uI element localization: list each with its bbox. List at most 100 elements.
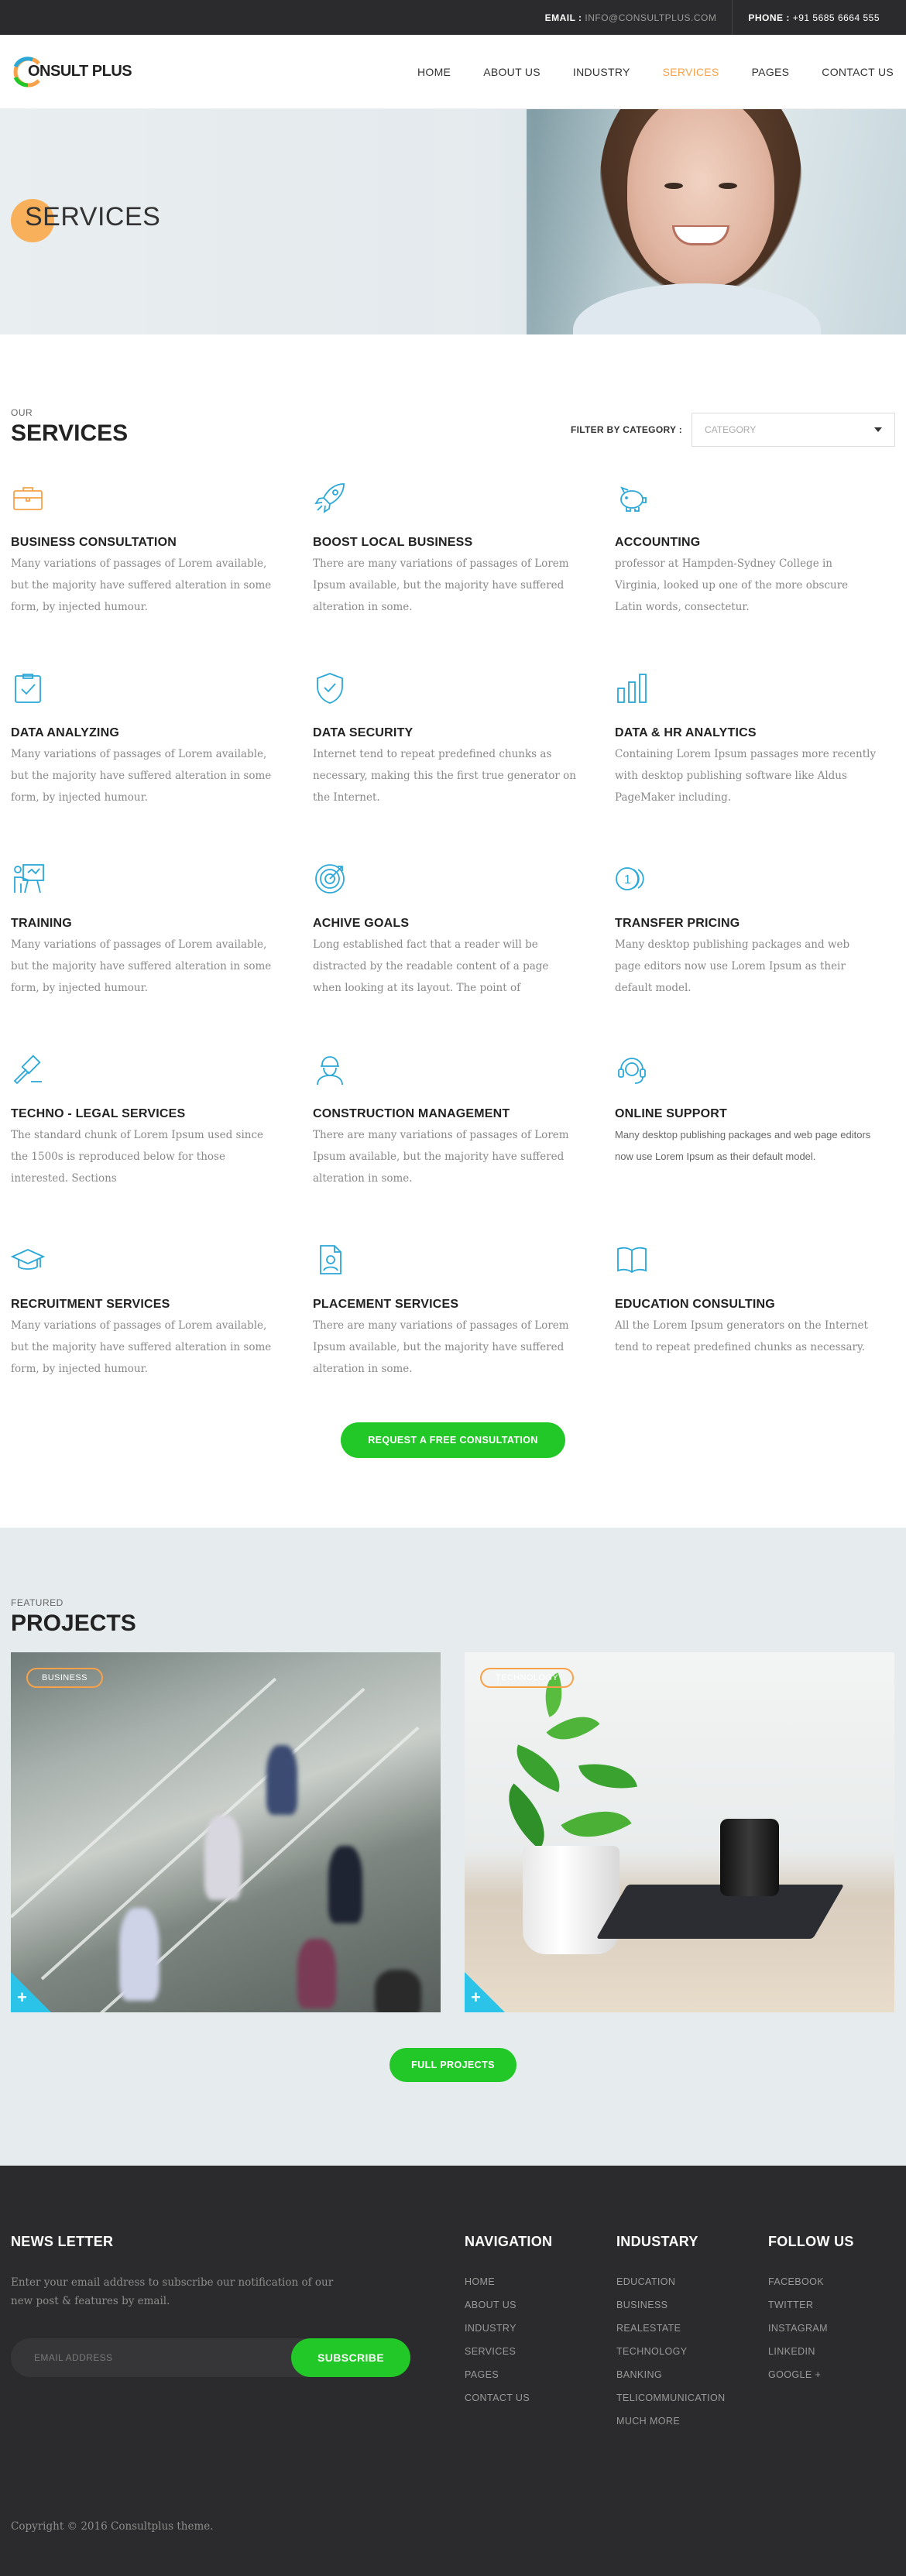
service-item[interactable]: EDUCATION CONSULTING All the Lorem Ipsum… [615, 1243, 895, 1433]
service-item[interactable]: DATA ANALYZING Many variations of passag… [11, 671, 313, 862]
services-section: OUR SERVICES FILTER BY CATEGORY : CATEGO… [0, 334, 906, 1528]
service-text: There are many variations of passages of… [313, 1319, 569, 1375]
service-text: There are many variations of passages of… [313, 1129, 569, 1185]
project-card-business[interactable]: BUSINESS + [11, 1652, 441, 2012]
service-text: Long established fact that a reader will… [313, 938, 549, 994]
service-item[interactable]: DATA SECURITY Internet tend to repeat pr… [313, 671, 615, 862]
social-link-facebook[interactable]: FACEBOOK [768, 2270, 854, 2293]
social-link-twitter[interactable]: TWITTER [768, 2293, 854, 2317]
social-link-google-plus[interactable]: GOOGLE + [768, 2363, 854, 2386]
service-title: DATA ANALYZING [11, 726, 119, 739]
service-text: The standard chunk of Lorem Ipsum used s… [11, 1129, 264, 1185]
email-label: EMAIL : [544, 12, 582, 23]
camera-lens [720, 1819, 779, 1896]
topbar-phone[interactable]: PHONE : +91 5685 6664 555 [733, 12, 895, 23]
bar-chart-icon [617, 674, 647, 703]
industry-column: INDUSTARY EDUCATION BUSINESS REALESTATE … [616, 2234, 768, 2433]
service-item[interactable]: RECRUITMENT SERVICES Many variations of … [10, 1243, 313, 1433]
footer-link[interactable]: BUSINESS [616, 2293, 768, 2317]
top-bar: EMAIL : INFO@CONSULTPLUS.COM PHONE : +91… [0, 0, 906, 35]
service-title: ACHIVE GOALS [313, 917, 410, 930]
topbar-email[interactable]: EMAIL : INFO@CONSULTPLUS.COM [530, 12, 733, 23]
service-title: TECHNO - LEGAL SERVICES [11, 1107, 186, 1120]
nav-about-us[interactable]: ABOUT US [467, 66, 557, 78]
nav-industry[interactable]: INDUSTRY [557, 66, 647, 78]
service-item[interactable]: BOOST LOCAL BUSINESS There are many vari… [313, 481, 615, 671]
follow-column: FOLLOW US FACEBOOK TWITTER INSTAGRAM LIN… [768, 2234, 854, 2433]
service-item[interactable]: PLACEMENT SERVICES There are many variat… [313, 1243, 615, 1433]
footer-link[interactable]: CONTACT US [465, 2386, 616, 2410]
service-item[interactable]: 1 TRANSFER PRICING Many desktop publishi… [615, 862, 895, 1052]
service-item[interactable]: BUSINESS CONSULTATION Many variations of… [11, 481, 313, 671]
svg-text:1: 1 [624, 873, 631, 887]
service-title: DATA SECURITY [313, 726, 414, 739]
nav-home[interactable]: HOME [401, 66, 467, 78]
subscribe-form: EMAIL ADDRESS SUBSCRIBE [11, 2338, 410, 2377]
service-item[interactable]: DATA & HR ANALYTICS Containing Lorem Ips… [615, 671, 895, 862]
service-item[interactable]: TRAINING Many variations of passages of … [11, 862, 313, 1052]
project-tag[interactable]: BUSINESS [26, 1668, 103, 1688]
service-item[interactable]: CONSTRUCTION MANAGEMENT There are many v… [313, 1052, 615, 1243]
footer-link[interactable]: MUCH MORE [616, 2410, 768, 2433]
shield-check-icon [317, 673, 343, 704]
service-item[interactable]: TECHNO - LEGAL SERVICES The standard chu… [11, 1052, 313, 1243]
service-title: RECRUITMENT SERVICES [11, 1298, 170, 1311]
service-item[interactable]: ACHIVE GOALS Long established fact that … [313, 862, 615, 1052]
email-address-input[interactable]: EMAIL ADDRESS [11, 2352, 291, 2363]
service-title: TRANSFER PRICING [615, 917, 740, 930]
profile-document-icon [320, 1245, 341, 1274]
services-grid: BUSINESS CONSULTATION Many variations of… [10, 481, 895, 1433]
industry-title: INDUSTARY [616, 2234, 698, 2249]
plus-icon[interactable]: + [17, 1988, 27, 2008]
logo[interactable]: ONSULT PLUS [11, 56, 132, 88]
briefcase-icon [13, 487, 43, 510]
hero-banner: SERVICES [0, 109, 906, 334]
services-title: SERVICES [11, 420, 129, 446]
footer-link[interactable]: PAGES [465, 2363, 616, 2386]
social-link-instagram[interactable]: INSTAGRAM [768, 2317, 854, 2340]
service-item[interactable]: ACCOUNTING professor at Hampden-Sydney C… [615, 481, 895, 671]
chevron-down-icon [874, 427, 882, 432]
request-consultation-button[interactable]: REQUEST A FREE CONSULTATION [341, 1422, 565, 1458]
service-text: Many variations of passages of Lorem ava… [11, 938, 272, 994]
footer-link[interactable]: HOME [465, 2270, 616, 2293]
footer-link[interactable]: SERVICES [465, 2340, 616, 2363]
service-title: DATA & HR ANALYTICS [615, 726, 757, 739]
subscribe-button[interactable]: SUBSCRIBE [291, 2338, 410, 2377]
footer-link[interactable]: INDUSTRY [465, 2317, 616, 2340]
piggy-bank-icon [620, 486, 647, 512]
service-text: Many variations of passages of Lorem ava… [11, 1319, 272, 1375]
footer-link[interactable]: REALESTATE [616, 2317, 768, 2340]
service-title: TRAINING [11, 917, 72, 930]
phone-label: PHONE : [748, 12, 790, 23]
footer-link[interactable]: EDUCATION [616, 2270, 768, 2293]
navigation-column: NAVIGATION HOME ABOUT US INDUSTRY SERVIC… [465, 2234, 616, 2433]
service-title: CONSTRUCTION MANAGEMENT [313, 1107, 510, 1120]
project-tag[interactable]: TECHNOLOGY [480, 1668, 575, 1688]
main-nav: HOME ABOUT US INDUSTRY SERVICES PAGES CO… [401, 66, 895, 78]
service-title: BOOST LOCAL BUSINESS [313, 536, 473, 549]
projects-section: FEATURED PROJECTS BUSINESS + TECHNOLOGY … [0, 1528, 906, 2166]
logo-c-icon [13, 56, 40, 87]
gavel-icon [13, 1055, 42, 1085]
service-text: professor at Hampden-Sydney College in V… [615, 557, 849, 613]
footer-link[interactable]: TELICOMMUNICATION [616, 2386, 768, 2410]
nav-contact-us[interactable]: CONTACT US [805, 66, 895, 78]
category-select[interactable]: CATEGORY [692, 413, 895, 447]
social-link-linkedin[interactable]: LINKEDIN [768, 2340, 854, 2363]
services-subtitle: OUR [11, 407, 33, 418]
nav-services[interactable]: SERVICES [647, 66, 736, 78]
plus-icon[interactable]: + [471, 1988, 481, 2008]
email-value[interactable]: INFO@CONSULTPLUS.COM [585, 12, 716, 23]
nav-pages[interactable]: PAGES [736, 66, 806, 78]
target-icon [315, 864, 345, 894]
service-title: PLACEMENT SERVICES [313, 1298, 459, 1311]
follow-title: FOLLOW US [768, 2234, 854, 2249]
full-projects-button[interactable]: FULL PROJECTS [390, 2048, 516, 2082]
footer-link[interactable]: BANKING [616, 2363, 768, 2386]
footer-link[interactable]: ABOUT US [465, 2293, 616, 2317]
project-card-technology[interactable]: TECHNOLOGY + [465, 1652, 894, 2012]
presentation-board-icon [14, 864, 44, 894]
service-item[interactable]: ONLINE SUPPORT Many desktop publishing p… [615, 1052, 895, 1243]
footer-link[interactable]: TECHNOLOGY [616, 2340, 768, 2363]
